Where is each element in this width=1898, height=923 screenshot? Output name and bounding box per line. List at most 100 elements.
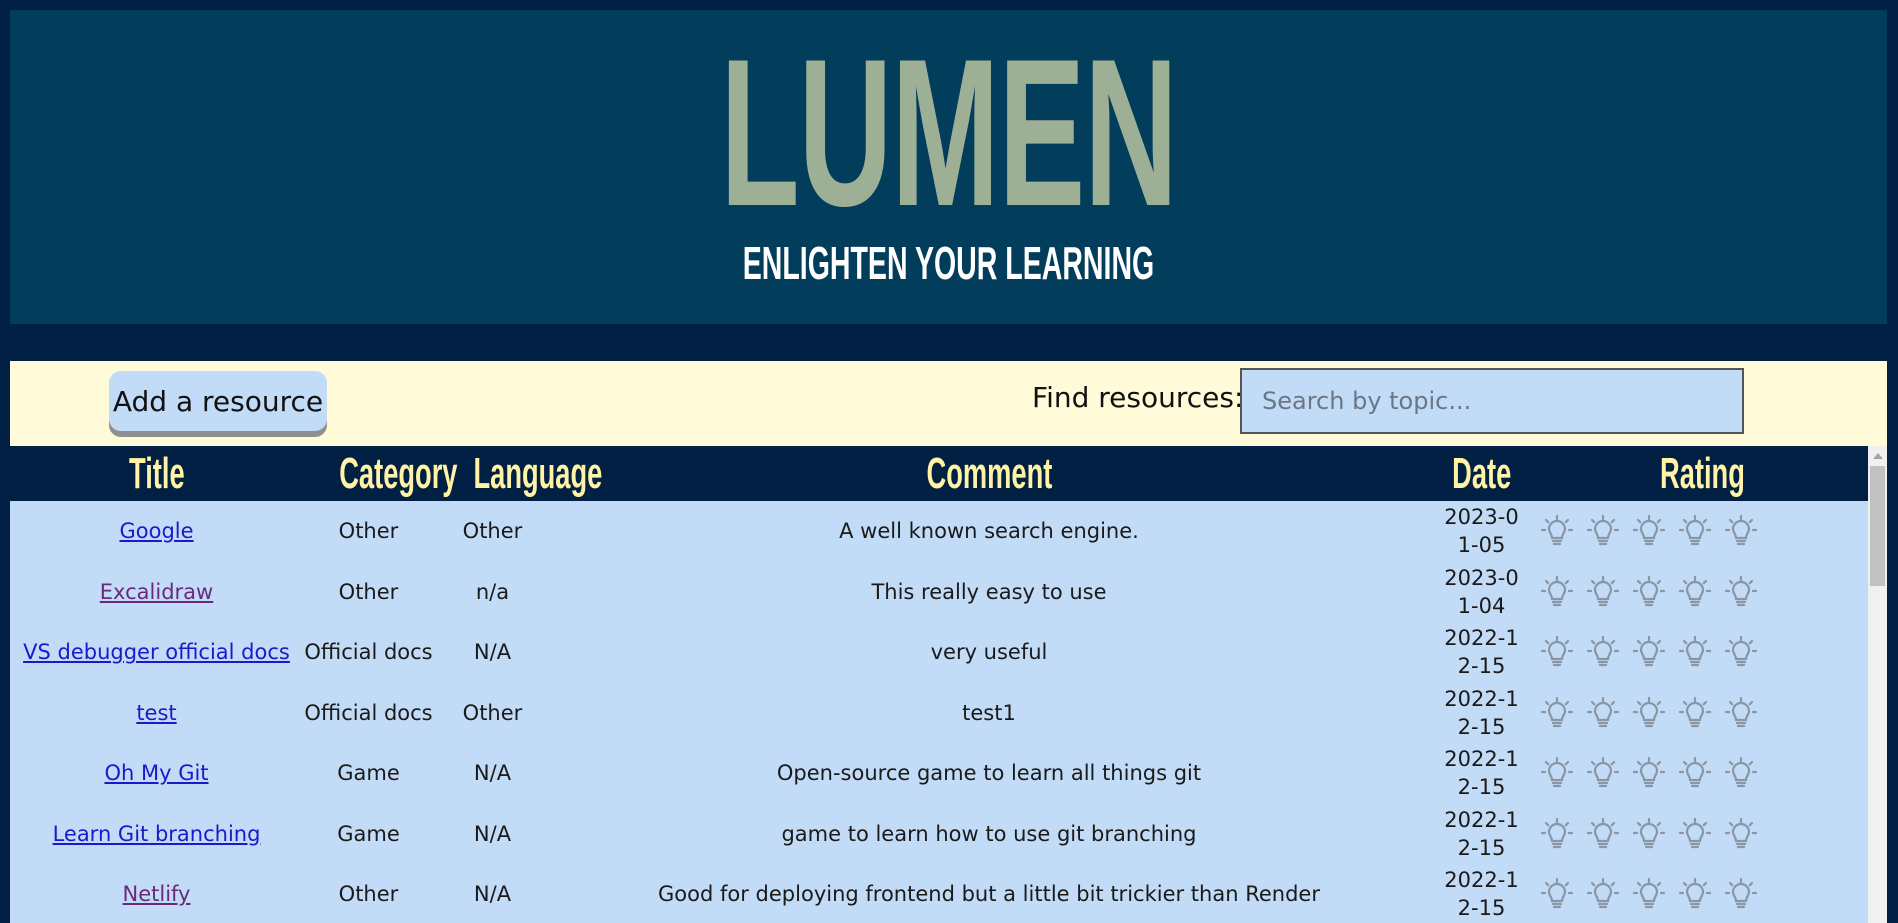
cell-rating <box>1536 622 1868 683</box>
lightbulb-icon[interactable] <box>1540 514 1574 548</box>
cell-comment: This really easy to use <box>871 579 1107 604</box>
cell-date: 2022-12-15 <box>1444 868 1519 921</box>
resources-table-container: Title Category Language Comment Date Rat… <box>10 446 1868 923</box>
lightbulb-icon[interactable] <box>1678 514 1712 548</box>
cell-comment: Good for deploying frontend but a little… <box>658 882 1320 907</box>
toolbar: Add a resource Find resources: <box>10 361 1887 446</box>
cell-category: Game <box>337 761 400 786</box>
cell-comment: Open-source game to learn all things git <box>776 761 1202 786</box>
lightbulb-icon[interactable] <box>1724 817 1758 851</box>
cell-category: Other <box>338 579 399 604</box>
cell-category: Official docs <box>304 640 433 665</box>
find-resources-label: Find resources: <box>1032 381 1244 414</box>
cell-date: 2023-01-05 <box>1444 505 1519 558</box>
cell-comment: A well known search engine. <box>839 519 1139 544</box>
lightbulb-icon[interactable] <box>1724 635 1758 669</box>
cell-language: Other <box>462 519 523 544</box>
scrollbar-thumb[interactable] <box>1870 466 1885 586</box>
cell-title: Netlify <box>10 864 303 923</box>
lightbulb-icon[interactable] <box>1724 514 1758 548</box>
lightbulb-icon[interactable] <box>1586 696 1620 730</box>
cell-title: Learn Git branching <box>10 804 303 865</box>
cell-category: Other <box>338 519 399 544</box>
lightbulb-icon[interactable] <box>1632 817 1666 851</box>
lightbulb-icon[interactable] <box>1540 817 1574 851</box>
add-resource-button[interactable]: Add a resource <box>109 371 327 431</box>
table-body: Google Other Other A well known search engi… <box>10 501 1868 923</box>
lightbulb-icon[interactable] <box>1678 696 1712 730</box>
cell-date: 2022-12-15 <box>1444 807 1519 860</box>
cell-comment: game to learn how to use git branching <box>781 821 1197 846</box>
search-input[interactable] <box>1240 368 1744 434</box>
cell-date: 2022-12-15 <box>1444 747 1519 800</box>
resource-link[interactable]: VS debugger official docs <box>23 640 290 664</box>
lightbulb-icon[interactable] <box>1678 756 1712 790</box>
lightbulb-icon[interactable] <box>1586 514 1620 548</box>
lightbulb-icon[interactable] <box>1586 756 1620 790</box>
column-header-rating[interactable]: Rating <box>1536 446 1868 501</box>
lightbulb-icon[interactable] <box>1632 514 1666 548</box>
table-scrollbar[interactable] <box>1868 446 1887 923</box>
cell-category: Other <box>338 882 399 907</box>
cell-language: N/A <box>473 882 512 907</box>
lightbulb-icon[interactable] <box>1678 575 1712 609</box>
scroll-up-arrow-icon[interactable] <box>1873 453 1883 459</box>
column-header-title[interactable]: Title <box>10 446 303 501</box>
cell-rating <box>1536 683 1868 744</box>
cell-title: VS debugger official docs <box>10 622 303 683</box>
table-row: test Official docs Other test1 2022-12-15 <box>10 682 1868 744</box>
resource-link[interactable]: Google <box>119 519 193 543</box>
cell-title: Excalidraw <box>10 562 303 623</box>
resource-link[interactable]: Excalidraw <box>100 580 213 604</box>
table-row: Oh My Git Game N/A Open-source game to lear… <box>10 743 1868 804</box>
lightbulb-icon[interactable] <box>1724 696 1758 730</box>
lightbulb-icon[interactable] <box>1632 696 1666 730</box>
cell-date: 2023-01-04 <box>1444 565 1519 618</box>
lightbulb-icon[interactable] <box>1586 575 1620 609</box>
column-header-date[interactable]: Date <box>1427 446 1536 501</box>
lightbulb-icon[interactable] <box>1678 635 1712 669</box>
cell-comment: test1 <box>962 700 1016 725</box>
lightbulb-icon[interactable] <box>1540 575 1574 609</box>
cell-category: Game <box>337 821 400 846</box>
resources-table: Title Category Language Comment Date Rat… <box>10 446 1868 923</box>
cell-language: N/A <box>473 761 512 786</box>
cell-comment: very useful <box>930 640 1048 665</box>
lightbulb-icon[interactable] <box>1632 575 1666 609</box>
column-header-comment[interactable]: Comment <box>551 446 1427 501</box>
site-logo: LUMEN <box>720 15 1178 250</box>
cell-rating <box>1536 804 1868 865</box>
table-row: Google Other Other A well known search engi… <box>10 501 1868 562</box>
cell-title: test <box>10 683 303 744</box>
site-tagline: ENLIGHTEN YOUR LEARNING <box>742 237 1155 289</box>
lightbulb-icon[interactable] <box>1724 756 1758 790</box>
lightbulb-icon[interactable] <box>1632 635 1666 669</box>
table-row: Netlify Other N/A Good for deploying fronte… <box>10 864 1868 923</box>
lightbulb-icon[interactable] <box>1632 756 1666 790</box>
lightbulb-icon[interactable] <box>1540 756 1574 790</box>
cell-rating <box>1536 562 1868 623</box>
lightbulb-icon[interactable] <box>1678 817 1712 851</box>
lightbulb-icon[interactable] <box>1586 817 1620 851</box>
lightbulb-icon[interactable] <box>1632 877 1666 911</box>
lightbulb-icon[interactable] <box>1586 877 1620 911</box>
lightbulb-icon[interactable] <box>1586 635 1620 669</box>
lightbulb-icon[interactable] <box>1540 877 1574 911</box>
cell-title: Google <box>10 501 303 562</box>
cell-rating <box>1536 864 1868 923</box>
resource-link[interactable]: Learn Git branching <box>53 822 261 846</box>
lightbulb-icon[interactable] <box>1540 635 1574 669</box>
cell-language: N/A <box>473 640 512 665</box>
lightbulb-icon[interactable] <box>1678 877 1712 911</box>
lightbulb-icon[interactable] <box>1724 877 1758 911</box>
cell-language: N/A <box>473 821 512 846</box>
table-row: Excalidraw Other n/a This really easy to us… <box>10 561 1868 623</box>
column-header-category[interactable]: Category <box>303 446 457 501</box>
lightbulb-icon[interactable] <box>1540 696 1574 730</box>
resource-link[interactable]: Oh My Git <box>104 761 208 785</box>
lightbulb-icon[interactable] <box>1724 575 1758 609</box>
table-row: Learn Git branching Game N/A game to learn … <box>10 803 1868 865</box>
resource-link[interactable]: Netlify <box>123 882 191 906</box>
resource-link[interactable]: test <box>136 701 176 725</box>
cell-language: n/a <box>475 579 510 604</box>
